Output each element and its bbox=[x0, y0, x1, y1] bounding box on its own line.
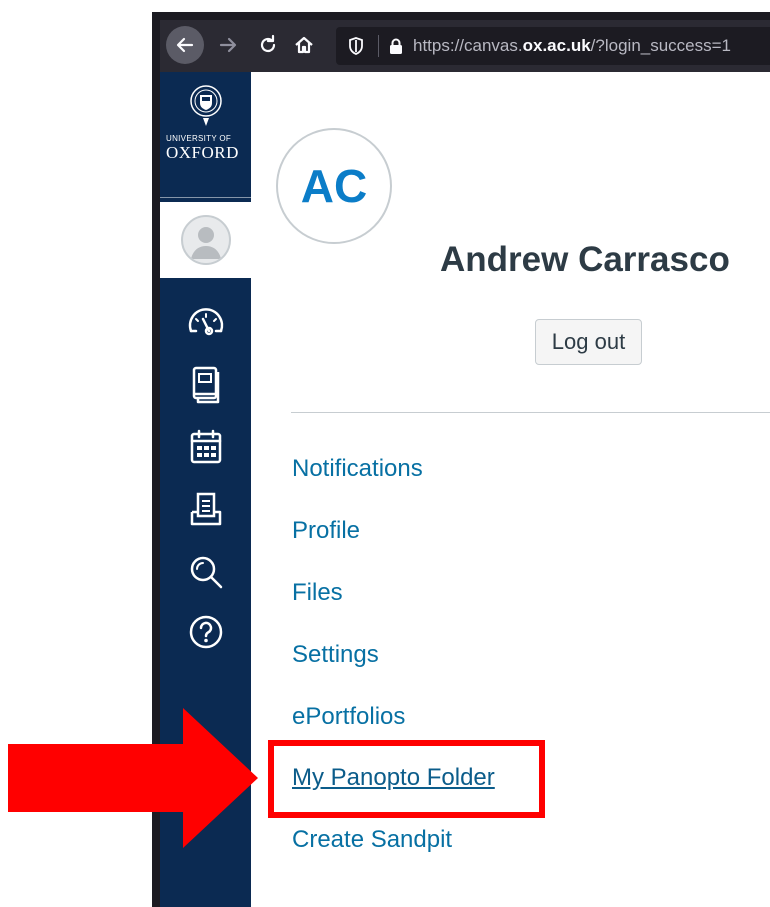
url-host: ox.ac.uk bbox=[522, 36, 591, 55]
oxford-logo-link[interactable]: UNIVERSITY OF OXFORD bbox=[160, 82, 251, 202]
nav-item-dashboard[interactable] bbox=[160, 291, 251, 351]
tray-link-settings[interactable]: Settings bbox=[292, 641, 379, 669]
arrow-left-icon bbox=[176, 37, 194, 53]
back-button[interactable] bbox=[166, 26, 204, 64]
brand-oxford: OXFORD bbox=[166, 143, 239, 162]
annotation-arrow-icon bbox=[8, 708, 258, 848]
magnifier-icon bbox=[190, 556, 222, 589]
speedometer-icon bbox=[188, 308, 223, 336]
book-icon bbox=[192, 366, 219, 404]
nav-item-account[interactable] bbox=[160, 202, 251, 278]
oxford-crest-icon bbox=[189, 85, 222, 126]
arrow-right-icon bbox=[219, 37, 237, 53]
brand-divider bbox=[160, 197, 251, 198]
question-icon bbox=[189, 615, 222, 649]
nav-item-calendar[interactable] bbox=[160, 417, 251, 477]
annotation-highlight-box bbox=[268, 740, 545, 818]
nav-item-inbox[interactable] bbox=[160, 480, 251, 540]
home-button[interactable] bbox=[288, 28, 320, 62]
url-prefix: https://canvas. bbox=[413, 36, 523, 55]
address-bar[interactable]: https://canvas.ox.ac.uk/?login_success=1 bbox=[336, 27, 770, 65]
tray-divider bbox=[291, 412, 770, 413]
tray-link-profile[interactable]: Profile bbox=[292, 517, 360, 545]
address-bar-separator bbox=[378, 35, 379, 57]
tray-link-notifications[interactable]: Notifications bbox=[292, 455, 423, 483]
user-avatar-icon bbox=[180, 215, 231, 265]
home-icon bbox=[295, 36, 313, 54]
lock-icon[interactable] bbox=[389, 38, 405, 55]
user-name: Andrew Carrasco bbox=[440, 240, 730, 279]
reload-icon bbox=[260, 34, 276, 53]
url-suffix: /?login_success=1 bbox=[590, 36, 732, 55]
shield-icon[interactable] bbox=[348, 37, 368, 55]
brand-university-of: UNIVERSITY OF bbox=[166, 134, 232, 143]
forward-button[interactable] bbox=[212, 28, 244, 62]
browser-toolbar: https://canvas.ox.ac.uk/?login_success=1 bbox=[160, 20, 770, 72]
logout-button[interactable]: Log out bbox=[535, 319, 642, 365]
url-text: https://canvas.ox.ac.uk/?login_success=1 bbox=[413, 36, 731, 56]
tray-link-create-sandpit[interactable]: Create Sandpit bbox=[292, 826, 452, 854]
inbox-icon bbox=[190, 492, 221, 526]
nav-item-search[interactable] bbox=[160, 542, 251, 602]
calendar-icon bbox=[190, 429, 221, 464]
nav-item-help[interactable] bbox=[160, 602, 251, 662]
user-initials-avatar: AC bbox=[276, 128, 392, 244]
tray-link-files[interactable]: Files bbox=[292, 579, 343, 607]
tray-link-eportfolios[interactable]: ePortfolios bbox=[292, 703, 405, 731]
reload-button[interactable] bbox=[252, 28, 284, 62]
nav-item-courses[interactable] bbox=[160, 355, 251, 415]
